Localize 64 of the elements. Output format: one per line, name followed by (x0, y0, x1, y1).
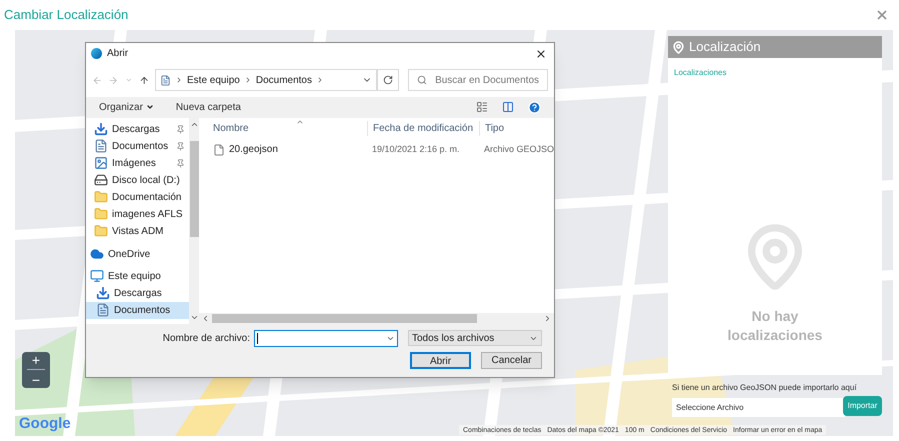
filename-label: Nombre de archivo: (162, 332, 250, 346)
file-row[interactable]: 20.geojson 19/10/2021 2:16 p. m. Archivo GEOJSO (198, 140, 554, 160)
nav-item[interactable]: Vistas ADM (86, 222, 190, 240)
open-button[interactable]: Abrir (410, 352, 471, 369)
horizontal-scrollbar[interactable] (198, 312, 554, 324)
zoom-out-button[interactable]: − (32, 372, 40, 387)
folder-icon (94, 207, 108, 222)
file-type-select[interactable]: Todos los archivos (408, 330, 542, 346)
file-icon (212, 144, 225, 156)
view-icon[interactable] (476, 101, 488, 114)
new-folder-button[interactable]: Nueva carpeta (176, 100, 241, 115)
up-icon[interactable] (138, 74, 150, 86)
nav-item[interactable]: Documentos (86, 138, 190, 155)
preview-pane-icon[interactable] (502, 101, 514, 114)
file-field[interactable]: Seleccione Archivo (672, 398, 845, 417)
scroll-right-icon[interactable] (543, 314, 552, 323)
zoom-in-button[interactable]: + (32, 353, 40, 368)
caret-icon (146, 103, 154, 112)
close-icon[interactable] (535, 48, 547, 60)
drive-icon (94, 173, 108, 188)
map-logo: Google (19, 416, 71, 431)
nav-item[interactable]: OneDrive (86, 246, 190, 263)
pin-icon (672, 40, 685, 54)
search-field[interactable]: Buscar en Documentos (408, 69, 548, 92)
document-icon (160, 74, 172, 86)
file-name: 20.geojson (228, 143, 278, 158)
nav-item[interactable]: Documentación (86, 188, 190, 206)
nav-item[interactable]: Este equipo (86, 268, 190, 285)
computer-icon (90, 269, 104, 284)
document-icon (96, 303, 110, 318)
browser-logo-icon (91, 48, 102, 60)
dialog-title: Abrir (107, 47, 128, 62)
column-header[interactable]: Nombre (198, 121, 367, 136)
empty-message: No hay localizaciones (726, 307, 824, 345)
filename-field[interactable] (254, 330, 398, 347)
import-hint: Si tiene un archivo GeoJSON puede importarlo aquí (672, 382, 857, 394)
nav-item[interactable]: Documentos (86, 302, 190, 319)
folder-icon (94, 190, 108, 204)
refresh-button[interactable] (377, 69, 400, 92)
path-segment[interactable]: Este equipo (187, 72, 240, 88)
nav-item[interactable]: imagenes AFLS (86, 206, 190, 223)
image-icon (94, 156, 108, 170)
column-header[interactable]: Tipo (478, 121, 554, 136)
file-date: 19/10/2021 2:16 p. m. (370, 143, 461, 156)
organize-menu[interactable]: Organizar (99, 100, 154, 115)
search-icon (417, 75, 428, 86)
cloud-icon (90, 247, 104, 262)
panel-title: Localización (689, 38, 761, 56)
refresh-icon (383, 75, 394, 86)
nav-item[interactable]: Descargas (86, 284, 190, 302)
document-icon (94, 139, 108, 154)
column-header[interactable]: Fecha de modificación (366, 121, 479, 136)
path-segment[interactable]: Documentos (256, 72, 312, 88)
file-type: Archivo GEOJSO (482, 143, 554, 156)
dialog-title: Cambiar Localización (4, 6, 128, 24)
folder-icon (94, 224, 108, 238)
download-icon (96, 286, 110, 300)
cancel-button[interactable]: Cancelar (481, 352, 542, 369)
help-icon[interactable] (528, 100, 541, 114)
download-icon (94, 122, 108, 136)
address-bar[interactable]: Este equipo Documentos (155, 69, 378, 92)
nav-item[interactable]: Descargas (86, 120, 190, 138)
nav-item[interactable]: Imágenes (86, 154, 190, 172)
nav-item[interactable]: Disco local (D:) (86, 172, 190, 189)
